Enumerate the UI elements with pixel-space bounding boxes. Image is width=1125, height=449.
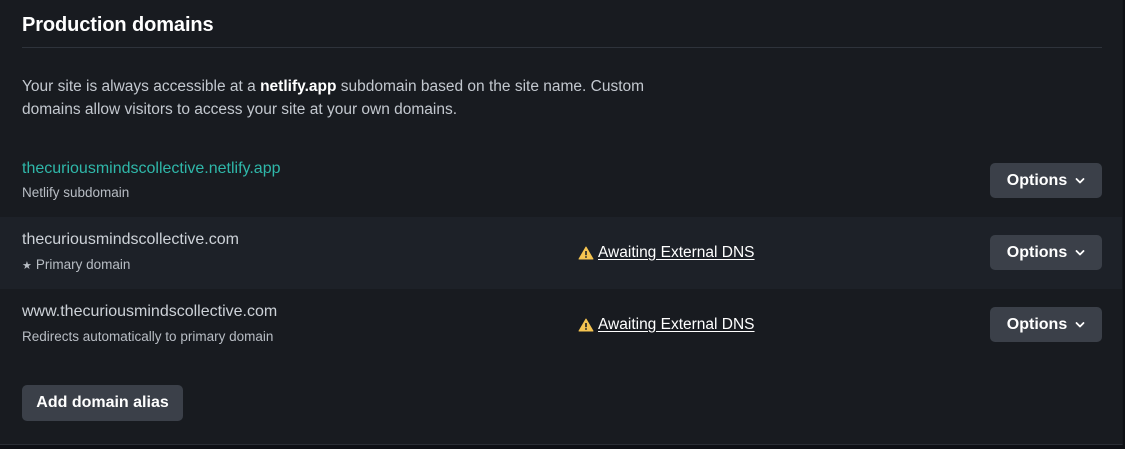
section-title: Production domains: [22, 14, 214, 36]
dns-status: Awaiting External DNS: [578, 316, 755, 334]
domain-row-primary: thecuriousmindscollective.com ★ Primary d…: [0, 217, 1122, 289]
star-icon: ★: [22, 260, 32, 272]
primary-domain-label: Primary domain: [35, 257, 131, 272]
domain-subtitle: Redirects automatically to primary domai…: [22, 329, 274, 344]
warning-triangle-icon: [578, 246, 594, 260]
chevron-down-icon: [1075, 321, 1085, 327]
add-domain-alias-button[interactable]: Add domain alias: [22, 385, 183, 421]
options-button[interactable]: Options: [990, 235, 1102, 270]
domain-subtitle: Netlify subdomain: [22, 185, 130, 200]
options-label: Options: [1006, 171, 1068, 189]
chevron-down-icon: [1075, 177, 1085, 183]
netlify-subdomain-link[interactable]: thecuriousmindscollective.netlify.app: [22, 160, 281, 178]
section-description: Your site is always accessible at a netl…: [22, 75, 702, 121]
options-button[interactable]: Options: [990, 163, 1102, 198]
primary-domain-name: thecuriousmindscollective.com: [22, 231, 239, 248]
options-label: Options: [1006, 243, 1068, 261]
domain-row-www: www.thecuriousmindscollective.com Redire…: [0, 289, 1122, 361]
production-domains-card: Production domains Your site is always a…: [0, 0, 1123, 445]
description-prefix: Your site is always accessible at a: [22, 78, 261, 95]
dns-status: Awaiting External DNS: [578, 244, 755, 262]
chevron-down-icon: [1075, 249, 1085, 255]
options-button[interactable]: Options: [990, 307, 1102, 342]
www-domain-name: www.thecuriousmindscollective.com: [22, 303, 278, 320]
domain-subtitle: ★ Primary domain: [22, 257, 130, 272]
domain-row-netlify: thecuriousmindscollective.netlify.app Ne…: [0, 145, 1122, 217]
awaiting-dns-link[interactable]: Awaiting External DNS: [598, 316, 755, 334]
description-strong: netlify.app: [260, 78, 337, 95]
awaiting-dns-link[interactable]: Awaiting External DNS: [598, 244, 755, 262]
options-label: Options: [1006, 315, 1068, 333]
warning-triangle-icon: [578, 318, 594, 332]
title-divider: [22, 47, 1102, 48]
